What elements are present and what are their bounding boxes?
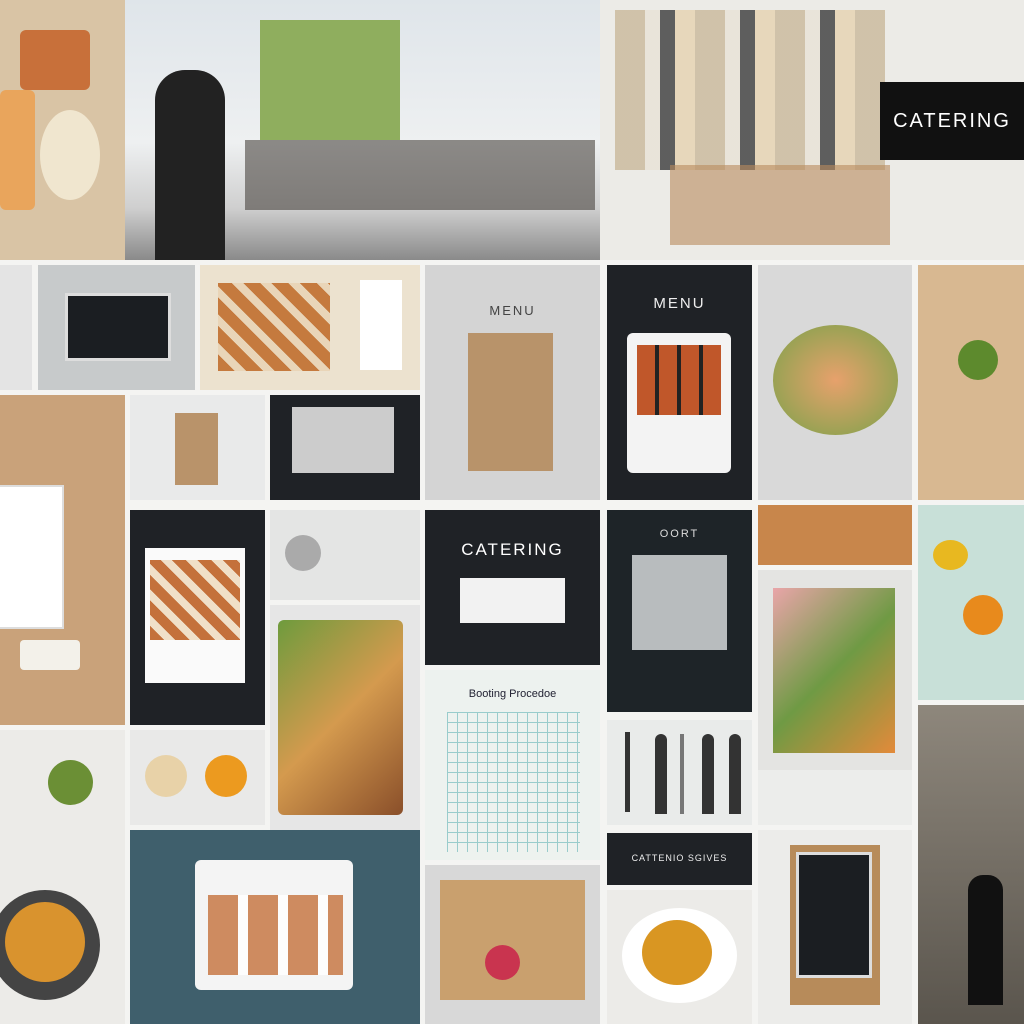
food-board-tile [270, 605, 420, 830]
menu-card-tile [130, 510, 265, 725]
oort-panel: OORT [607, 510, 752, 712]
oort-title: OORT [659, 528, 700, 540]
snacks-tile [918, 265, 1024, 500]
soup-tile [0, 730, 125, 1024]
tea-tile [607, 890, 752, 1024]
menu-tablet-tile: MENU [607, 265, 752, 500]
spices-tile [758, 770, 912, 825]
menu-kraft-tile: MENU [425, 265, 600, 500]
plated-food-tile [758, 570, 912, 770]
monitor-sign-text: CATERING [893, 110, 1011, 132]
booking-grid [447, 712, 580, 852]
services-banner: CATTENIO SGIVES [607, 833, 752, 885]
wood-texture-tile [758, 505, 912, 565]
platter-tile [425, 865, 600, 1024]
restaurant-photo [125, 0, 600, 260]
laptop-dark-tile [270, 395, 420, 500]
fruit-tile [918, 505, 1024, 700]
pen-tile [270, 510, 420, 600]
menu-label: MENU [489, 303, 536, 318]
catering-panel: CATERING [425, 510, 600, 665]
salad-tile [758, 265, 912, 500]
street-photo [918, 705, 1024, 1024]
bowls-tile [130, 730, 265, 825]
gift-tile [130, 395, 265, 500]
booking-title: Booting Procedoe [468, 688, 557, 700]
food-tray-photo [0, 0, 125, 260]
teal-tablet-tile [130, 830, 420, 1024]
tablet-board-tile [758, 830, 912, 1024]
catering-panel-title: CATERING [461, 540, 564, 559]
laptop-tile [38, 265, 195, 390]
menu-label-dark: MENU [653, 295, 706, 312]
cutlery-tile [607, 720, 752, 825]
cafe-photo: CATERING [600, 0, 1024, 260]
menu-photos-tile [200, 265, 420, 390]
services-banner-text: CATTENIO SGIVES [631, 853, 728, 863]
booking-panel: Booting Procedoe [425, 670, 600, 860]
tablet-wood-tile [0, 395, 125, 725]
monitor-sign: CATERING [880, 82, 1024, 160]
utensil-tile [0, 265, 32, 390]
